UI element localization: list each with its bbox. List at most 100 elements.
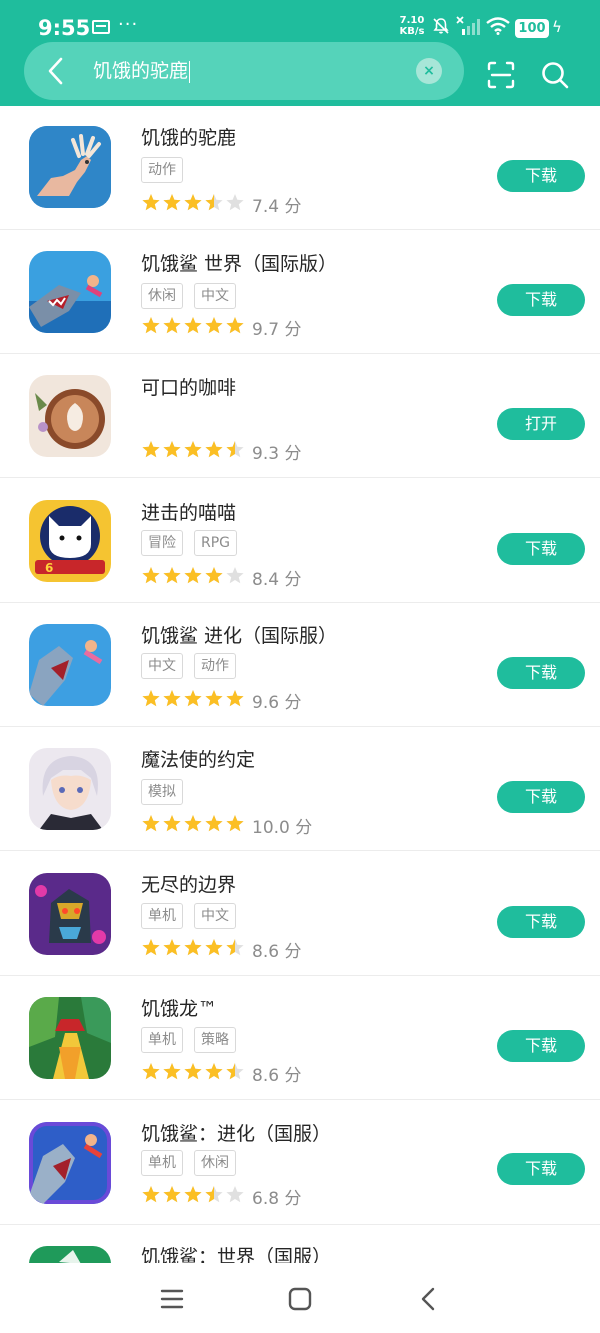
star-icon [163, 317, 181, 334]
star-icon [205, 1063, 223, 1080]
divider [0, 477, 600, 478]
app-tags: 冒险 RPG [141, 530, 248, 556]
rating-stars [142, 441, 244, 458]
search-query: 饥饿的驼鹿 [93, 60, 189, 82]
list-item[interactable]: 饥饿鲨 进化（国际服） 中文 动作 9.6 分 下载 [0, 603, 600, 727]
download-button[interactable]: 下载 [497, 1030, 585, 1062]
search-icon[interactable] [540, 60, 570, 90]
app-name[interactable]: 进击的喵喵 [141, 498, 236, 525]
star-icon [205, 690, 223, 707]
list-item[interactable]: 饥饿鲨：进化（国服） 单机 休闲 6.8 分 下载 [0, 1101, 600, 1225]
app-name[interactable]: 无尽的边界 [141, 870, 236, 897]
app-tag: 中文 [194, 283, 236, 309]
top-header: 9:55 ··· 7.10 KB/s 100 ϟ 饥饿的驼鹿 × [0, 0, 600, 106]
system-nav-bar [0, 1263, 600, 1333]
download-button[interactable]: 下载 [497, 284, 585, 316]
battery-level: 100 [515, 19, 549, 38]
search-input[interactable]: 饥饿的驼鹿 [93, 58, 191, 84]
list-item[interactable]: 饥饿鲨 世界（国际版） 休闲 中文 9.7 分 下载 [0, 230, 600, 354]
star-icon [142, 690, 160, 707]
star-icon [226, 815, 244, 832]
home-icon[interactable] [287, 1286, 313, 1312]
app-score: 8.6 分 [252, 1066, 302, 1086]
app-score: 6.8 分 [252, 1189, 302, 1209]
star-icon [184, 1186, 202, 1203]
app-tag: 休闲 [194, 1150, 236, 1176]
app-tag: 冒险 [141, 530, 183, 556]
app-score: 10.0 分 [252, 818, 313, 838]
mail-notification-icon [92, 20, 110, 34]
star-icon [205, 1186, 223, 1203]
app-score: 9.6 分 [252, 693, 302, 713]
menu-icon[interactable] [159, 1286, 185, 1312]
list-item[interactable]: 饥饿的驼鹿 动作 7.4 分 下载 [0, 106, 600, 230]
star-icon [205, 815, 223, 832]
app-tag: 单机 [141, 903, 183, 929]
app-name[interactable]: 饥饿鲨：进化（国服） [141, 1119, 331, 1146]
star-icon [184, 690, 202, 707]
app-tag: 动作 [194, 653, 236, 679]
star-icon [163, 1063, 181, 1080]
app-name[interactable]: 饥饿鲨：世界（国服） [141, 1242, 331, 1263]
search-bar[interactable] [24, 42, 464, 100]
star-icon [205, 567, 223, 584]
moose-game-icon [29, 126, 111, 208]
star-icon [163, 939, 181, 956]
app-score: 7.4 分 [252, 197, 302, 217]
star-icon [163, 194, 181, 211]
download-button[interactable]: 下载 [497, 160, 585, 192]
star-icon [184, 567, 202, 584]
app-tag: 单机 [141, 1027, 183, 1053]
network-speed-unit: KB/s [399, 26, 425, 37]
list-item[interactable]: 饥饿鲨：世界（国服） [0, 1225, 600, 1263]
star-icon [226, 690, 244, 707]
star-icon [205, 194, 223, 211]
coffee-latte-icon [29, 375, 111, 457]
clear-search-icon[interactable]: × [416, 58, 442, 84]
app-score: 9.3 分 [252, 444, 302, 464]
bell-muted-icon [433, 18, 449, 34]
rating-stars [142, 317, 244, 334]
list-item[interactable]: 6 进击的喵喵 冒险 RPG 8.4 分 下载 [0, 479, 600, 603]
app-name[interactable]: 可口的咖啡 [141, 373, 236, 400]
download-button[interactable]: 下载 [497, 1153, 585, 1185]
rating-stars [142, 815, 244, 832]
app-name[interactable]: 饥饿鲨 世界（国际版） [141, 249, 337, 276]
download-button[interactable]: 下载 [497, 657, 585, 689]
star-icon [163, 815, 181, 832]
shark-world-cn-icon [29, 1246, 111, 1263]
download-button[interactable]: 下载 [497, 781, 585, 813]
app-name[interactable]: 饥饿鲨 进化（国际服） [141, 621, 337, 648]
app-name[interactable]: 魔法使的约定 [141, 745, 255, 772]
app-tags: 单机 中文 [141, 903, 247, 929]
star-icon [142, 939, 160, 956]
app-name[interactable]: 饥饿龙™ [141, 994, 217, 1021]
app-name[interactable]: 饥饿的驼鹿 [141, 123, 236, 150]
app-tags: 动作 [141, 157, 194, 183]
open-button[interactable]: 打开 [497, 408, 585, 440]
back-arrow-icon[interactable] [42, 56, 72, 86]
star-icon [184, 939, 202, 956]
app-tags: 单机 策略 [141, 1027, 247, 1053]
more-notifications-icon: ··· [118, 14, 139, 35]
scan-icon[interactable] [486, 60, 516, 90]
star-icon [142, 194, 160, 211]
text-caret [189, 60, 191, 83]
download-button[interactable]: 下载 [497, 906, 585, 938]
download-button[interactable]: 下载 [497, 533, 585, 565]
list-item[interactable]: 可口的咖啡 9.3 分 打开 [0, 354, 600, 478]
star-icon [163, 567, 181, 584]
app-tag: 动作 [141, 157, 183, 183]
search-results-list[interactable]: 饥饿的驼鹿 动作 7.4 分 下载 饥饿鲨 世界（国际版） 休闲 中文 9.7 … [0, 106, 600, 1263]
star-icon [142, 567, 160, 584]
app-score: 8.4 分 [252, 570, 302, 590]
dragon-game-icon [29, 997, 111, 1079]
star-icon [184, 1063, 202, 1080]
star-icon [163, 1186, 181, 1203]
list-item[interactable]: 魔法使的约定 模拟 10.0 分 下载 [0, 727, 600, 851]
list-item[interactable]: 饥饿龙™ 单机 策略 8.6 分 下载 [0, 976, 600, 1100]
back-icon[interactable] [416, 1286, 442, 1312]
star-icon [205, 441, 223, 458]
star-icon [184, 194, 202, 211]
list-item[interactable]: 无尽的边界 单机 中文 8.6 分 下载 [0, 852, 600, 976]
